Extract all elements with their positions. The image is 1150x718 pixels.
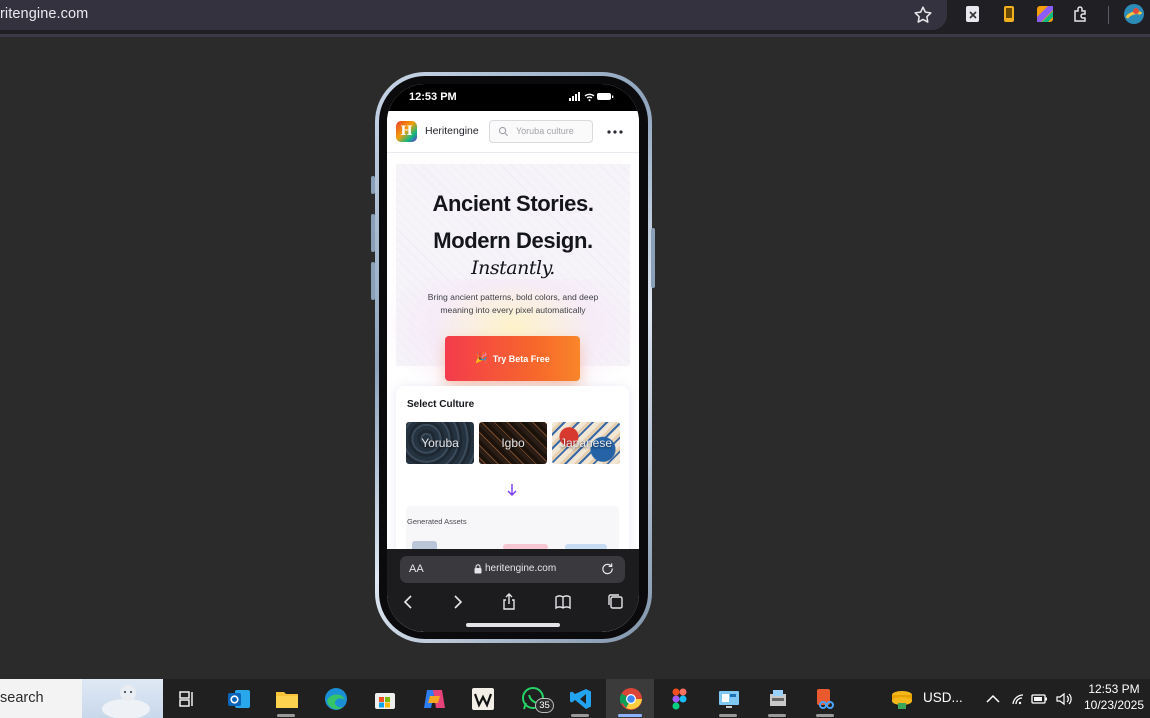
windows-taskbar: search USD... 12:53 PM 10/23/2025 (0, 679, 1150, 718)
tray-overflow-chevron-icon[interactable] (978, 684, 1007, 713)
status-icons (569, 92, 614, 102)
volume-tray-icon[interactable] (1049, 684, 1078, 713)
browser-toolbar: ritengine.com (0, 0, 1150, 34)
try-beta-label: Try Beta Free (492, 353, 550, 364)
culture-tile-japanese[interactable]: Japanese (552, 422, 620, 464)
figma-icon[interactable] (665, 684, 694, 713)
extensions-puzzle-icon[interactable] (1070, 3, 1092, 25)
reader-aa-button[interactable]: AA (409, 563, 424, 575)
installer-icon[interactable] (763, 684, 792, 713)
wifi-icon (584, 93, 595, 102)
try-beta-button[interactable]: 🎉 Try Beta Free (445, 336, 580, 381)
search-icon (498, 126, 509, 137)
extension-color-icon[interactable] (1034, 3, 1056, 25)
culture-tile-label: Yoruba (421, 436, 459, 450)
hero-title-line3: Instantly. (471, 257, 555, 279)
phone-volume-up (371, 214, 375, 252)
hero-title-line2: Modern Design. (433, 228, 593, 253)
copilot-icon[interactable] (419, 684, 448, 713)
tabs-icon[interactable] (606, 592, 626, 612)
outlook-icon[interactable] (224, 684, 253, 713)
tray-clock[interactable]: 12:53 PM 10/23/2025 (1079, 681, 1149, 713)
safari-toolbar: AA heritengine.com (387, 549, 639, 632)
dynamic-island (467, 84, 561, 104)
more-options-icon[interactable] (607, 130, 623, 134)
snipping-tool-running-indicator (816, 714, 834, 717)
remote-desktop-running-indicator (719, 714, 737, 717)
home-indicator[interactable] (466, 623, 560, 627)
currency-coins-icon[interactable] (887, 684, 916, 713)
battery-icon (597, 93, 614, 100)
toolbar-divider (0, 34, 1150, 37)
site-search-input[interactable]: Yoruba culture (489, 120, 593, 143)
remote-desktop-icon[interactable] (714, 684, 743, 713)
bookmark-star-icon[interactable] (912, 4, 934, 26)
culture-tile-label: Igbo (501, 436, 525, 450)
installer-running-indicator (768, 714, 786, 717)
logo-letter: H (400, 124, 413, 139)
signal-icon (569, 92, 580, 101)
chrome-icon[interactable] (616, 684, 645, 713)
task-view-icon[interactable] (172, 684, 201, 713)
lock-icon (474, 564, 482, 574)
search-highlight-image (82, 679, 163, 718)
microsoft-store-icon[interactable] (370, 684, 399, 713)
culture-tile-yoruba[interactable]: Yoruba (406, 422, 474, 464)
culture-tile-label: Japanese (559, 436, 613, 450)
vscode-icon[interactable] (566, 684, 595, 713)
back-icon[interactable] (399, 592, 419, 612)
heritengine-logo-icon[interactable]: H (396, 121, 417, 142)
arrow-down-icon (507, 484, 517, 496)
currency-widget-label[interactable]: USD... (923, 690, 963, 705)
snipping-tool-icon[interactable] (811, 684, 840, 713)
tray-date: 10/23/2025 (1083, 698, 1145, 712)
extension-calc-icon[interactable] (962, 3, 984, 25)
webflow-icon[interactable] (468, 684, 497, 713)
party-popper-icon: 🎉 (475, 353, 488, 364)
hero-title-line1: Ancient Stories. (432, 191, 594, 216)
edge-icon[interactable] (321, 684, 350, 713)
file-explorer-icon[interactable] (272, 684, 301, 713)
file-explorer-running-indicator (277, 714, 295, 717)
phone-mute-switch (371, 176, 375, 194)
address-bar[interactable]: ritengine.com (0, 0, 947, 30)
select-culture-title: Select Culture (407, 399, 475, 410)
safari-address-bar[interactable]: AA heritengine.com (400, 556, 625, 583)
brand-name[interactable]: Heritengine (425, 125, 479, 137)
safari-url[interactable]: heritengine.com (485, 563, 556, 574)
reload-icon[interactable] (601, 562, 614, 575)
taskbar-search-box[interactable]: search (0, 679, 163, 718)
generated-assets-label: Generated Assets (407, 517, 467, 526)
phone-volume-down (371, 262, 375, 300)
chrome-running-indicator (618, 714, 642, 717)
extension-phone-icon[interactable] (998, 3, 1020, 25)
site-header: H Heritengine Yoruba culture (387, 111, 639, 153)
toolbar-separator (1108, 6, 1109, 24)
status-time: 12:53 PM (409, 91, 457, 103)
address-bar-url[interactable]: ritengine.com (0, 6, 88, 22)
whatsapp-unread-badge: 35 (535, 698, 554, 713)
profile-avatar-icon[interactable] (1123, 3, 1145, 25)
taskbar-search-text: search (0, 690, 44, 706)
forward-icon[interactable] (447, 592, 467, 612)
share-icon[interactable] (499, 592, 519, 612)
bookmarks-icon[interactable] (553, 592, 573, 612)
hero-description: Bring ancient patterns, bold colors, and… (427, 292, 599, 315)
vscode-running-indicator (571, 714, 589, 717)
tray-time: 12:53 PM (1088, 682, 1140, 696)
site-search-placeholder: Yoruba culture (516, 126, 574, 136)
culture-tile-igbo[interactable]: Igbo (479, 422, 547, 464)
status-bar: 12:53 PM (387, 84, 639, 111)
phone-power-button (651, 228, 655, 288)
phone-screen: 12:53 PM H Heritengine Yoruba culture An… (387, 84, 639, 632)
